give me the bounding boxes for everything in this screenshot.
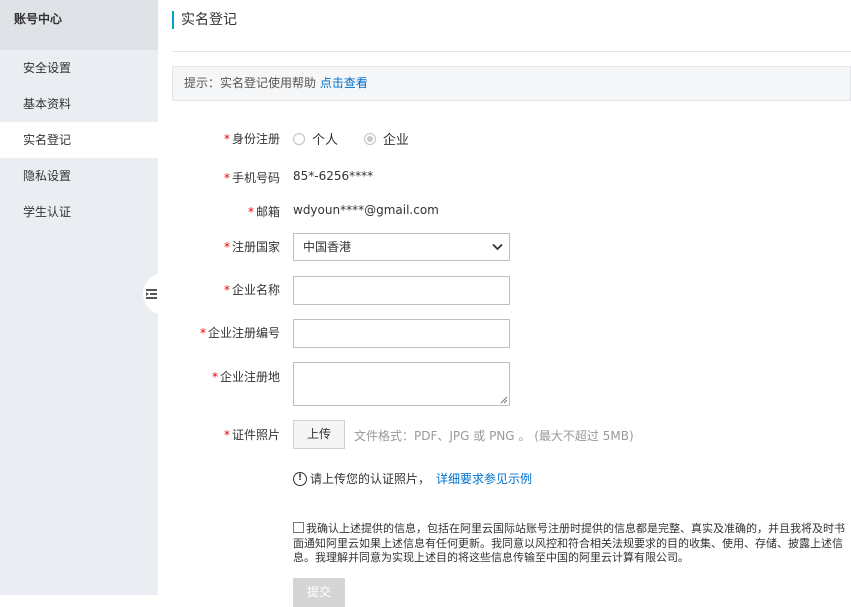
exclamation-icon: ! <box>293 471 307 486</box>
sidebar-item-real-name[interactable]: 实名登记 <box>0 122 158 158</box>
example-link[interactable]: 详细要求参见示例 <box>436 470 532 487</box>
sidebar-item-basic-info[interactable]: 基本资料 <box>0 86 158 122</box>
country-select[interactable]: 中国香港 <box>293 233 510 261</box>
identity-radio-group: 个人 企业 <box>293 129 431 148</box>
identity-label: * 身份注册 <box>223 132 280 146</box>
sidebar-item-security[interactable]: 安全设置 <box>0 50 158 86</box>
email-value: wdyoun****@gmail.com <box>293 203 439 217</box>
radio-enterprise-circle[interactable] <box>363 132 376 145</box>
photo-label: * 证件照片 <box>223 428 280 442</box>
agreement: 我确认上述提供的信息，包括在阿里云国际站账号注册时提供的信息都是完整、真实及准确… <box>293 522 851 566</box>
country-selected-value: 中国香港 <box>303 240 352 254</box>
country-row: * 注册国家 中国香港 <box>158 233 851 262</box>
company-reg-no-row: * 企业注册编号 <box>158 319 851 348</box>
phone-label: * 手机号码 <box>223 171 280 185</box>
sidebar-item-privacy[interactable]: 隐私设置 <box>0 158 158 194</box>
email-row: * 邮箱 wdyoun****@gmail.com <box>158 203 851 219</box>
upload-hint: 文件格式：PDF、JPG 或 PNG 。 (最大不超过 5MB) <box>354 429 634 443</box>
country-label: * 注册国家 <box>223 240 280 254</box>
submit-button[interactable]: 提交 <box>293 578 345 607</box>
company-reg-no-label: * 企业注册编号 <box>199 326 280 340</box>
company-name-input[interactable] <box>293 276 510 305</box>
company-name-label: * 企业名称 <box>223 283 280 297</box>
photo-row: * 证件照片 上传 文件格式：PDF、JPG 或 PNG 。 (最大不超过 5MB… <box>158 420 851 449</box>
chevron-down-icon <box>492 243 503 251</box>
agreement-text: 我确认上述提供的信息，包括在阿里云国际站账号注册时提供的信息都是完整、真实及准确… <box>293 522 845 564</box>
tip-link[interactable]: 点击查看 <box>320 76 368 90</box>
agreement-checkbox[interactable] <box>293 522 304 533</box>
main-content: 实名登记 提示：实名登记使用帮助 点击查看 * 身份注册 个人 企业 * 手机号码 … <box>158 0 851 607</box>
radio-personal-circle[interactable] <box>293 132 305 145</box>
resize-grip-icon[interactable] <box>500 396 508 404</box>
sidebar: 账号中心 安全设置 基本资料 实名登记 隐私设置 学生认证 <box>0 0 158 595</box>
warning-text: 请上传您的认证照片， <box>310 472 431 486</box>
sidebar-title: 账号中心 <box>0 0 158 50</box>
phone-value: 85*-6256**** <box>293 169 374 183</box>
menu-fold-icon <box>146 289 157 299</box>
company-reg-no-input[interactable] <box>293 319 510 348</box>
identity-row: * 身份注册 个人 企业 <box>158 129 851 148</box>
company-address-label: * 企业注册地 <box>211 370 280 384</box>
upload-button[interactable]: 上传 <box>293 420 345 449</box>
sidebar-item-student[interactable]: 学生认证 <box>0 194 158 230</box>
title-bar: 实名登记 <box>172 0 851 52</box>
phone-row: * 手机号码 85*-6256**** <box>158 169 851 185</box>
email-label: * 邮箱 <box>247 205 280 219</box>
upload-warning: ! 请上传您的认证照片， 详细要求参见示例 <box>293 470 532 487</box>
tip-text: 提示：实名登记使用帮助 <box>184 76 317 90</box>
page-title: 实名登记 <box>172 11 237 29</box>
company-address-row: * 企业注册地 <box>158 362 851 406</box>
company-address-textarea[interactable] <box>293 362 510 406</box>
radio-personal[interactable]: 个人 <box>293 129 338 148</box>
company-name-row: * 企业名称 <box>158 276 851 305</box>
radio-enterprise[interactable]: 企业 <box>363 129 409 148</box>
help-tip: 提示：实名登记使用帮助 点击查看 <box>172 66 851 101</box>
